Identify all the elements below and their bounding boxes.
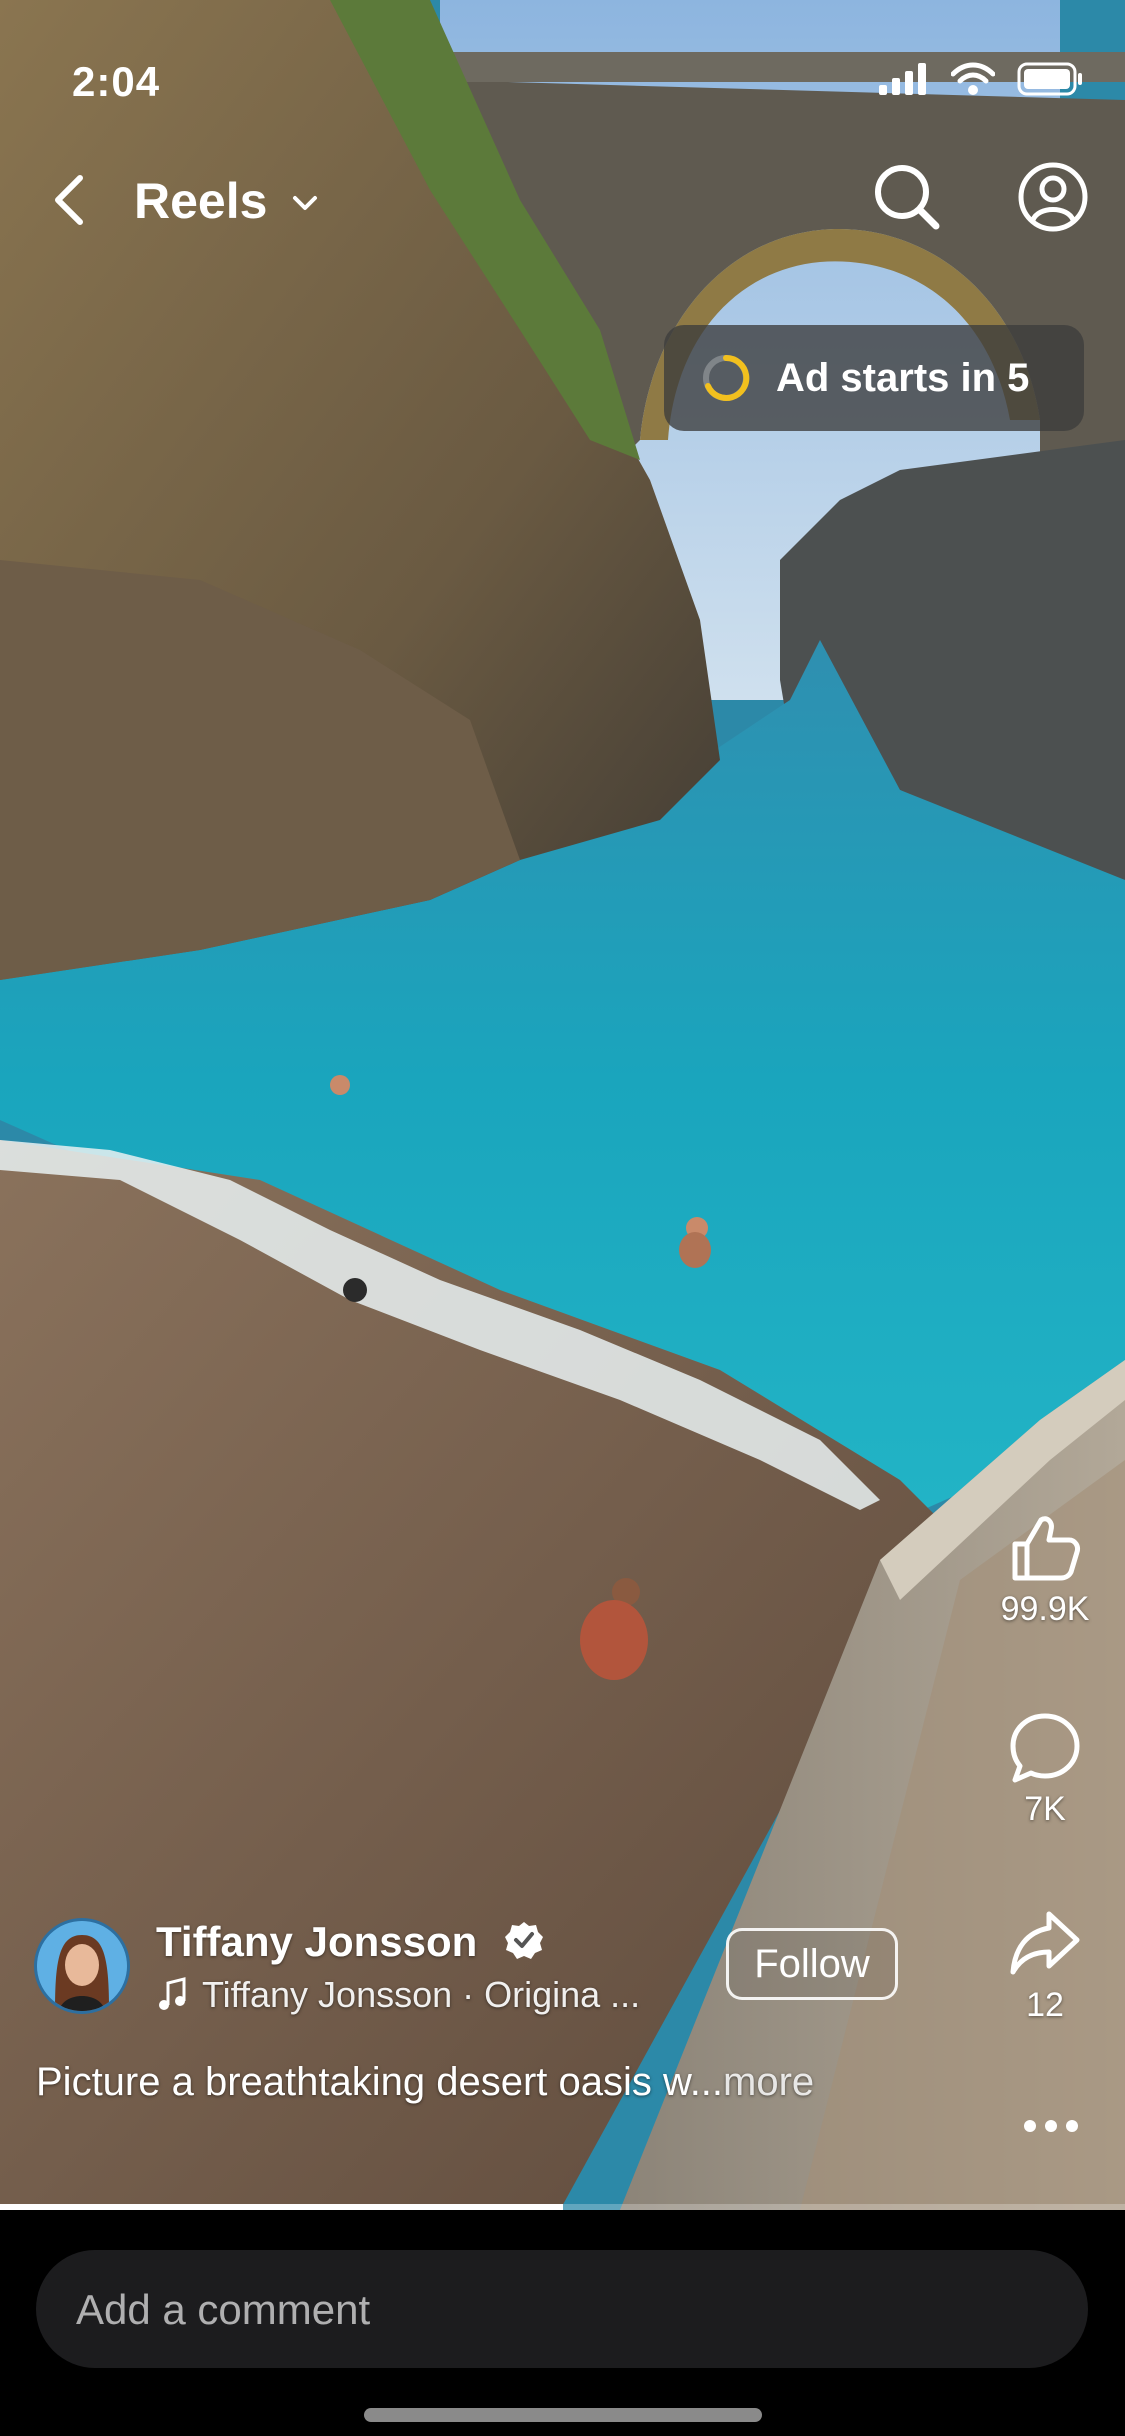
like-button[interactable]: 99.9K (965, 1510, 1125, 1629)
comment-button[interactable]: 7K (965, 1710, 1125, 1829)
loading-spinner-icon (703, 354, 750, 401)
status-icons (879, 62, 1083, 96)
comment-count: 7K (1024, 1790, 1066, 1828)
comment-input[interactable] (74, 2250, 1058, 2370)
profile-icon[interactable] (1016, 160, 1090, 234)
like-icon[interactable] (1007, 1510, 1083, 1586)
back-icon[interactable] (48, 172, 96, 228)
music-note-icon (159, 1977, 186, 2010)
chevron-down-icon[interactable] (288, 186, 322, 220)
comment-field[interactable] (36, 2250, 1088, 2370)
signal-icon (879, 63, 926, 95)
page-title[interactable]: Reels (134, 172, 267, 230)
verified-icon (505, 1922, 543, 1959)
top-bar: Reels (0, 160, 1125, 240)
wifi-icon (951, 62, 995, 95)
author-name[interactable]: Tiffany Jonsson (156, 1918, 477, 1966)
caption-text: Picture a breathtaking desert oasis w... (36, 2060, 724, 2104)
share-button[interactable]: 12 (965, 1906, 1125, 2025)
caption[interactable]: Picture a breathtaking desert oasis w...… (36, 2060, 956, 2105)
audio-track-label: Tiffany Jonsson · Origina ... (202, 1974, 641, 2015)
share-count: 12 (1026, 1986, 1064, 2024)
search-icon[interactable] (872, 160, 942, 234)
caption-more-link[interactable]: more (723, 2060, 814, 2104)
follow-button[interactable]: Follow (726, 1928, 898, 2000)
avatar-image (37, 1921, 127, 2011)
battery-icon (1017, 62, 1082, 96)
audio-track[interactable]: Tiffany Jonsson · Origina ... (156, 1974, 640, 2016)
share-icon[interactable] (1007, 1906, 1083, 1982)
comment-icon[interactable] (1007, 1710, 1083, 1786)
like-count: 99.9K (1000, 1590, 1090, 1628)
more-icon[interactable] (1024, 2120, 1078, 2132)
comment-bar (0, 2210, 1125, 2436)
status-time: 2:04 (72, 58, 161, 105)
ad-countdown-text: Ad starts in 5 (776, 355, 1030, 400)
avatar[interactable] (34, 1918, 130, 2014)
ad-countdown-banner: Ad starts in 5 (664, 325, 1084, 431)
home-indicator[interactable] (364, 2408, 762, 2422)
